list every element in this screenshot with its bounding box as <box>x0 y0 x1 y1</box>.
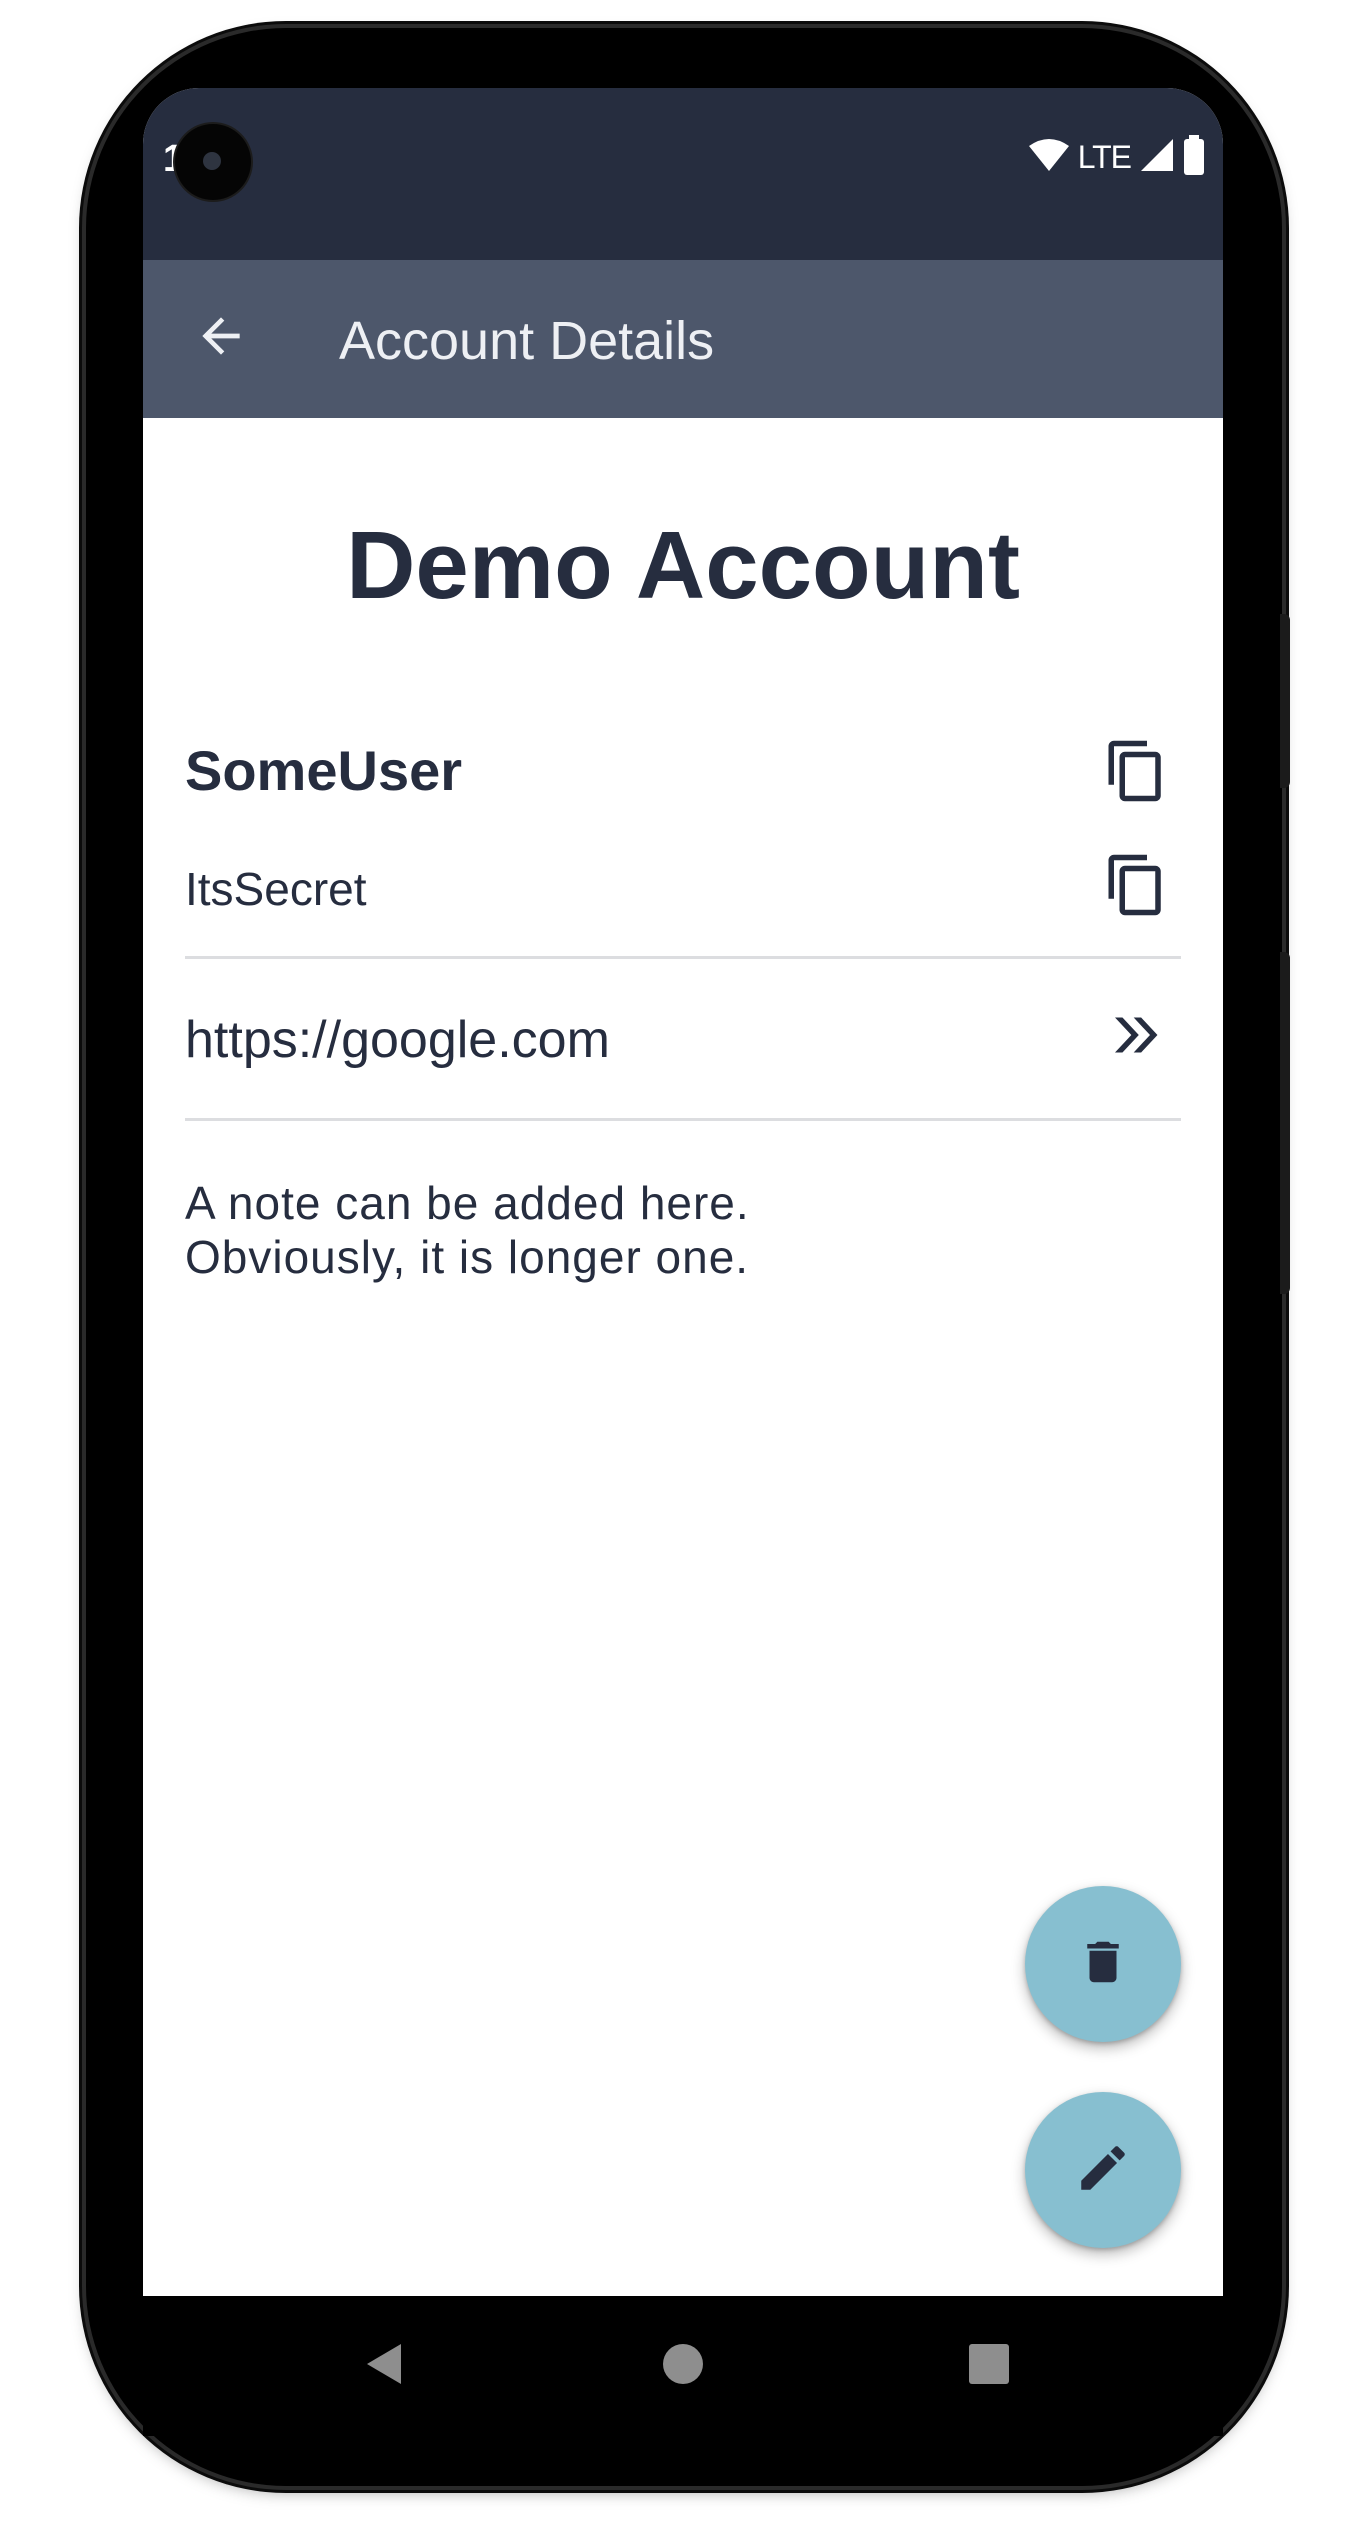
copy-icon <box>1103 738 1169 809</box>
password-row: ItsSecret <box>185 842 1181 932</box>
double-chevron-right-icon <box>1108 1007 1164 1068</box>
open-url-button[interactable] <box>1091 992 1181 1082</box>
nav-back-icon <box>361 2340 405 2393</box>
username-text: SomeUser <box>185 739 463 802</box>
password-text: ItsSecret <box>185 863 367 915</box>
wifi-icon <box>1028 138 1070 177</box>
url-text: https://google.com <box>185 1011 610 1069</box>
nav-home-icon <box>661 2342 705 2391</box>
nav-recents-icon <box>967 2342 1011 2391</box>
app-bar-title: Account Details <box>339 311 715 371</box>
status-icons: LTE <box>1028 132 1205 182</box>
status-bar: 1 0 LTE <box>143 88 1223 260</box>
app-bar: Account Details <box>143 260 1223 418</box>
back-button[interactable] <box>183 300 259 376</box>
divider <box>185 956 1181 959</box>
trash-icon <box>1076 1935 1130 1994</box>
system-navigation-bar <box>143 2296 1223 2436</box>
edit-button[interactable] <box>1025 2092 1181 2248</box>
copy-icon <box>1103 852 1169 923</box>
volume-button <box>1280 614 1290 788</box>
username-row: SomeUser <box>185 728 1181 818</box>
power-button <box>1280 952 1290 1294</box>
notes-line: Obviously, it is longer one. <box>185 1231 750 1283</box>
battery-icon <box>1183 134 1205 180</box>
delete-button[interactable] <box>1025 1886 1181 2042</box>
divider <box>185 1118 1181 1121</box>
copy-password-button[interactable] <box>1091 842 1181 932</box>
pencil-icon <box>1074 2139 1132 2202</box>
notes-text: A note can be added here. Obviously, it … <box>185 1176 1181 1284</box>
account-name: Demo Account <box>346 512 1020 619</box>
network-type-label: LTE <box>1077 138 1132 175</box>
copy-username-button[interactable] <box>1091 728 1181 818</box>
front-camera <box>175 124 251 200</box>
arrow-back-icon <box>193 308 249 369</box>
nav-back-button[interactable] <box>343 2326 423 2406</box>
cell-signal-icon <box>1139 137 1175 178</box>
app-screen: 1 0 LTE <box>143 88 1223 2296</box>
url-row: https://google.com <box>185 992 1181 1082</box>
nav-recents-button[interactable] <box>949 2326 1029 2406</box>
notes-line: A note can be added here. <box>185 1177 750 1229</box>
nav-home-button[interactable] <box>643 2326 723 2406</box>
